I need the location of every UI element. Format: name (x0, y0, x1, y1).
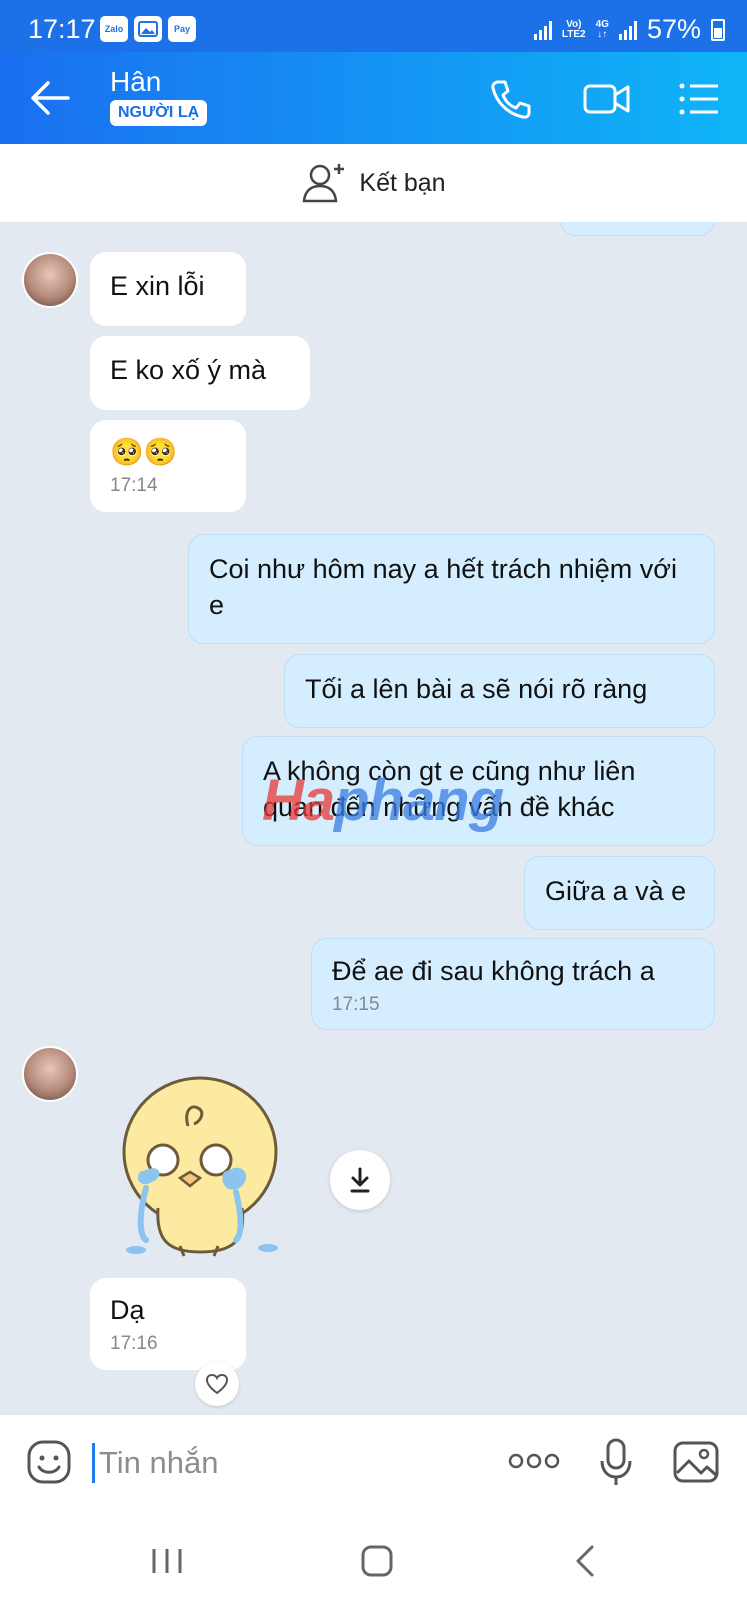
network-type: Vo) LTE2 (561, 18, 586, 40)
stranger-badge: NGƯỜI LẠ (110, 100, 208, 126)
crying-chick-sticker[interactable] (118, 1068, 288, 1263)
message-text: Coi như hôm nay a hết trách nhiệm với e (209, 554, 678, 620)
add-friend-label: Kết bạn (359, 168, 446, 197)
heart-icon (205, 1373, 229, 1395)
message-time: 17:14 (110, 475, 158, 496)
phone-icon[interactable] (488, 76, 534, 122)
status-time: 17:17 (28, 14, 96, 44)
zalo-notification-icon: Zalo (100, 16, 128, 42)
more-dots-icon[interactable] (508, 1451, 560, 1471)
message-text: Tối a lên bài a sẽ nói rõ ràng (305, 674, 648, 704)
message-text: E xin lỗi (110, 271, 205, 301)
home-icon[interactable] (360, 1544, 394, 1578)
message-bubble-in[interactable]: E ko xố ý mà (90, 336, 310, 410)
message-bubble-out[interactable]: Giữa a và e (524, 856, 715, 930)
message-text: Giữa a và e (545, 876, 687, 906)
message-bubble-out[interactable]: Coi như hôm nay a hết trách nhiệm với e (188, 534, 715, 644)
back-nav-icon[interactable] (574, 1544, 596, 1578)
watermark: Haphang (262, 768, 504, 833)
battery-icon (711, 18, 725, 41)
chat-header: Hân NGƯỜI LẠ (0, 52, 747, 144)
message-text: Để ae đi sau không trách a (332, 956, 655, 986)
message-text: E ko xố ý mà (110, 355, 267, 385)
microphone-icon[interactable] (598, 1437, 634, 1487)
download-button[interactable] (330, 1150, 390, 1210)
network-4g-icon: 4G ↓↑ (595, 18, 609, 40)
emoji-icon[interactable] (26, 1439, 72, 1485)
emoji-message: 🥺🥺 (110, 437, 178, 467)
contact-avatar[interactable] (22, 252, 78, 308)
message-time: 17:15 (332, 994, 380, 1015)
contact-name[interactable]: Hân (110, 66, 161, 98)
contact-avatar[interactable] (22, 1046, 78, 1102)
notification-icons: Zalo Pay (100, 16, 196, 42)
message-bubble-in[interactable]: 🥺🥺 17:14 (90, 420, 246, 512)
message-bubble-in[interactable]: E xin lỗi (90, 252, 246, 326)
status-bar: 17:17 Zalo Pay Vo) LTE2 4G ↓↑ 57% (0, 0, 747, 52)
message-composer: Tin nhắn (0, 1414, 747, 1510)
pay-notification-icon: Pay (168, 16, 196, 42)
back-arrow-icon[interactable] (28, 78, 72, 118)
add-friend-icon (303, 164, 345, 203)
image-icon[interactable] (672, 1439, 720, 1485)
message-bubble-out[interactable]: Để ae đi sau không trách a 17:15 (311, 938, 715, 1030)
signal-icon-2 (618, 20, 637, 40)
recents-icon[interactable] (150, 1546, 184, 1576)
message-bubble-in[interactable]: Dạ 17:16 (90, 1278, 246, 1370)
message-time: 17:16 (110, 1333, 158, 1354)
download-icon (350, 1167, 370, 1193)
chat-area[interactable]: E xin lỗi E ko xố ý mà 🥺🥺 17:14 Coi như … (0, 222, 747, 1414)
message-input[interactable]: Tin nhắn (92, 1443, 219, 1483)
signal-icon (533, 20, 552, 40)
message-bubble-partial (560, 222, 715, 236)
video-call-icon[interactable] (582, 76, 632, 122)
add-friend-bar[interactable]: Kết bạn (0, 144, 747, 222)
message-text: Dạ (110, 1295, 145, 1325)
message-bubble-out[interactable]: Tối a lên bài a sẽ nói rõ ràng (284, 654, 715, 728)
gallery-notification-icon (134, 16, 162, 42)
battery-percent: 57% (646, 14, 701, 44)
system-navigation-bar (0, 1510, 747, 1600)
menu-list-icon[interactable] (678, 76, 722, 122)
react-button[interactable] (195, 1362, 239, 1406)
